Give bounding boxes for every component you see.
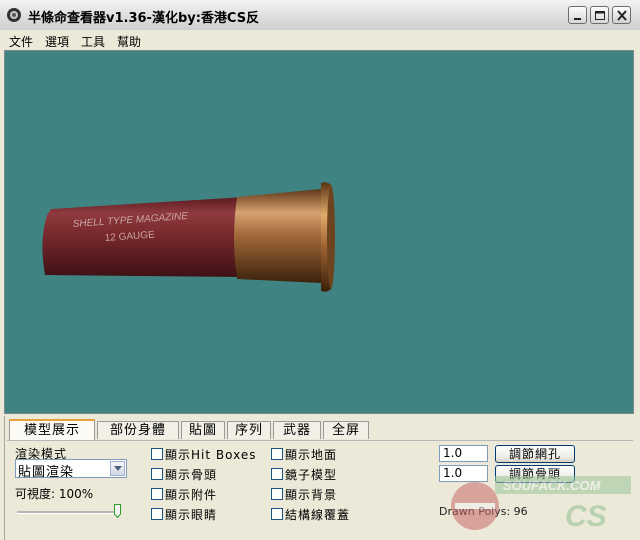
close-icon (617, 10, 627, 21)
maximize-button[interactable] (590, 6, 609, 24)
tab-sequences[interactable]: 序列 (227, 421, 271, 439)
minimize-icon (574, 18, 581, 20)
watermark-site: SOUFACK.COM (503, 478, 602, 493)
checkbox-attachments-label: 顯示附件 (165, 488, 218, 502)
tab-divider (7, 440, 633, 441)
menu-help[interactable]: 幫助 (117, 33, 141, 50)
chevron-down-icon (114, 466, 122, 471)
checkbox-bones-label: 顯示骨頭 (165, 468, 218, 482)
dropdown-arrow[interactable] (110, 461, 125, 476)
title-bar[interactable]: 半條命查看器v1.36-漢化by:香港CS反 (0, 0, 640, 31)
checkbox-bones[interactable] (151, 468, 163, 480)
checkbox-mirror-label: 鏡子模型 (285, 468, 338, 482)
tab-fullscreen[interactable]: 全屏 (323, 421, 369, 439)
render-mode-select[interactable]: 貼圖渲染 (15, 459, 127, 480)
app-icon (7, 8, 21, 22)
visibility-slider-track[interactable] (17, 511, 121, 514)
tab-weapons[interactable]: 武器 (273, 421, 321, 439)
checkbox-ground[interactable] (271, 448, 283, 460)
render-mode-value: 貼圖渲染 (18, 465, 75, 480)
checkbox-hitboxes-label: 顯示Hit Boxes (165, 448, 257, 462)
checkbox-wireframe[interactable] (271, 508, 283, 520)
watermark-logo: SOUFACK.COM CS (451, 476, 631, 533)
menu-options[interactable]: 選項 (45, 33, 69, 50)
checkbox-eyes[interactable] (151, 508, 163, 520)
checkbox-ground-label: 顯示地面 (285, 448, 338, 462)
mesh-scale-input[interactable]: 1.0 (439, 445, 488, 462)
minimize-button[interactable] (568, 6, 587, 24)
model-viewport[interactable]: SHELL TYPE MAGAZINE 12 GAUGE (4, 50, 634, 414)
maximize-icon (595, 11, 605, 20)
visibility-slider-thumb[interactable] (114, 504, 121, 518)
adjust-mesh-button[interactable]: 調節網孔 (495, 445, 575, 463)
checkbox-hitboxes[interactable] (151, 448, 163, 460)
shotgun-shell-model: SHELL TYPE MAGAZINE 12 GAUGE (42, 182, 335, 292)
checkbox-mirror[interactable] (271, 468, 283, 480)
close-button[interactable] (612, 6, 631, 24)
window-title: 半條命查看器v1.36-漢化by:香港CS反 (28, 11, 260, 26)
tab-body-parts[interactable]: 部份身體 (97, 421, 179, 439)
tab-textures[interactable]: 貼圖 (181, 421, 225, 439)
menu-bar: 文件 選項 工具 幫助 (0, 30, 640, 50)
checkbox-attachments[interactable] (151, 488, 163, 500)
menu-file[interactable]: 文件 (9, 33, 33, 50)
checkbox-background-label: 顯示背景 (285, 488, 338, 502)
checkbox-wireframe-label: 結構線覆蓋 (285, 508, 351, 522)
checkbox-background[interactable] (271, 488, 283, 500)
checkbox-eyes-label: 顯示眼睛 (165, 508, 218, 522)
menu-tools[interactable]: 工具 (81, 33, 105, 50)
tab-model-display[interactable]: 模型展示 (9, 419, 95, 441)
watermark-brand: CS (565, 500, 607, 533)
visibility-label: 可視度: 100% (15, 487, 94, 501)
